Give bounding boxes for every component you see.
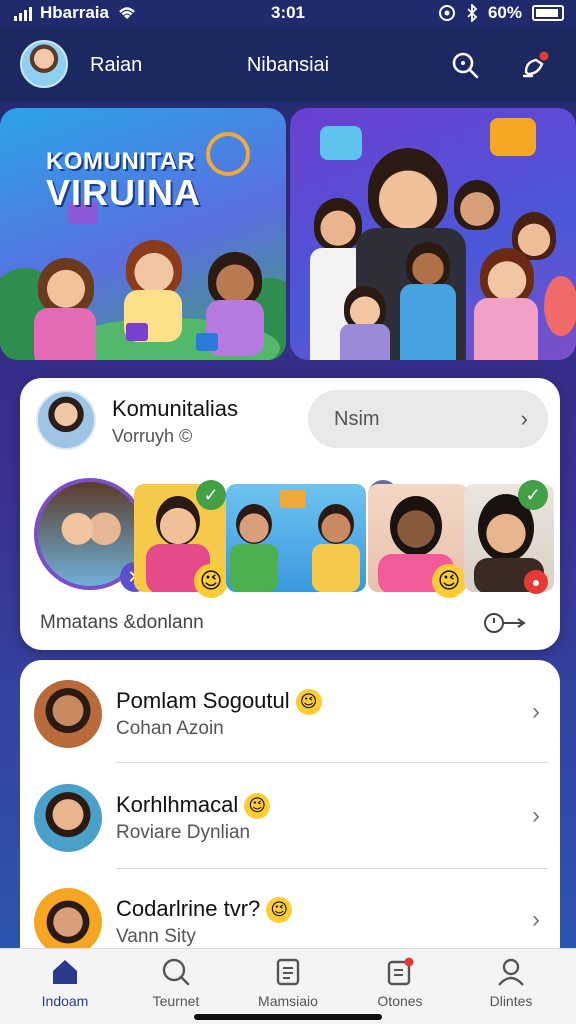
divider <box>116 762 548 763</box>
bluetooth-icon <box>467 4 478 22</box>
status-bar: Hbarraia 3:01 60% <box>0 0 576 28</box>
banner-heading-line2: VIRUINA <box>46 172 202 213</box>
wink-emoji-icon: 😉 <box>266 897 293 924</box>
pill-label: Nsim <box>334 408 380 430</box>
edit-doc-icon <box>387 957 414 986</box>
list-item-title-text: Korhlhmacal <box>116 792 239 817</box>
battery-icon <box>532 5 564 21</box>
check-icon: ✓ <box>518 480 548 510</box>
check-icon: ✓ <box>196 480 226 510</box>
nav-label: Teurnet <box>152 993 200 1009</box>
user-icon <box>498 958 524 986</box>
search-icon[interactable] <box>450 50 480 80</box>
nav-item-search[interactable]: Teurnet <box>126 957 226 1009</box>
divider <box>116 868 548 869</box>
chevron-right-icon[interactable]: › <box>532 698 540 726</box>
list-item-title-text: Pomlam Sogoutul <box>116 688 290 713</box>
list-item-subtitle: Vann Sity <box>116 926 196 947</box>
community-action-pill[interactable]: Nsim › <box>308 390 548 448</box>
nav-label: Mamsiaio <box>258 993 318 1009</box>
chevron-right-icon: › <box>520 406 528 431</box>
list-item-subtitle: Roviare Dynlian <box>116 822 251 843</box>
community-banner-right[interactable] <box>290 108 576 360</box>
timer-link-icon[interactable] <box>482 610 530 636</box>
nav-item-profile[interactable]: Dlintes <box>461 957 561 1009</box>
chevron-right-icon[interactable]: › <box>532 802 540 830</box>
list-item-title-text: Codarlrine tvr? <box>116 896 261 921</box>
list-item-title: Codarlrine tvr? 😉 <box>116 896 293 924</box>
list-item[interactable]: Pomlam Sogoutul 😉 Cohan Azoin › <box>20 666 560 766</box>
nav-item-notes[interactable]: Otones <box>350 957 450 1009</box>
list-item-title: Pomlam Sogoutul 😉 <box>116 688 322 716</box>
search-icon <box>162 958 190 986</box>
notification-edit-icon[interactable] <box>520 50 550 80</box>
nav-label: Dlintes <box>489 993 533 1009</box>
community-banner-left[interactable] <box>0 108 286 360</box>
alarm-icon <box>438 5 455 21</box>
wink-emoji-icon: 😉 <box>295 689 322 716</box>
bottom-nav: Indoam Teurnet Mamsiaio Otones Dlintes <box>0 948 576 1024</box>
member-photo[interactable] <box>226 484 366 592</box>
wink-emoji-icon: 😉 <box>194 564 228 598</box>
avatar <box>34 680 102 748</box>
wink-emoji-icon: 😉 <box>432 564 466 598</box>
nav-label: Otones <box>377 993 423 1009</box>
member-photo-strip[interactable]: ✕ ✓ 😉 ✕ 😉 ✓ ● <box>34 478 554 598</box>
status-time: 3:01 <box>270 3 306 22</box>
page-title: Nibansiai <box>246 54 330 76</box>
wink-emoji-icon: 😉 <box>244 793 271 820</box>
app-header: Raian Nibansiai <box>0 28 576 102</box>
list-item-subtitle: Cohan Azoin <box>116 718 224 739</box>
chevron-right-icon[interactable]: › <box>532 906 540 934</box>
nav-label: Indoam <box>41 993 89 1009</box>
list-item[interactable]: Korhlhmacal 😉 Roviare Dynlian › <box>20 770 560 870</box>
nav-item-home[interactable]: Indoam <box>15 957 115 1009</box>
community-subtitle: Vorruyh © <box>112 426 193 446</box>
nav-item-messages[interactable]: Mamsiaio <box>238 957 338 1009</box>
home-icon <box>53 960 77 984</box>
document-icon <box>276 958 300 986</box>
card-footer-label: Mmatans &donlann <box>40 612 204 633</box>
avatar <box>34 888 102 956</box>
community-card[interactable]: Komunitalias Vorruyh © Nsim › ✕ ✓ 😉 ✕ 😉 <box>20 378 560 650</box>
community-avatar <box>36 390 96 450</box>
profile-badge-icon: ● <box>524 570 548 594</box>
member-list: Pomlam Sogoutul 😉 Cohan Azoin › Korhlhmac… <box>20 660 560 960</box>
home-indicator[interactable] <box>194 1014 382 1020</box>
list-item-title: Korhlhmacal 😉 <box>116 792 271 820</box>
community-title: Komunitalias <box>112 396 238 421</box>
avatar <box>34 784 102 852</box>
battery-percent: 60% <box>487 3 522 22</box>
